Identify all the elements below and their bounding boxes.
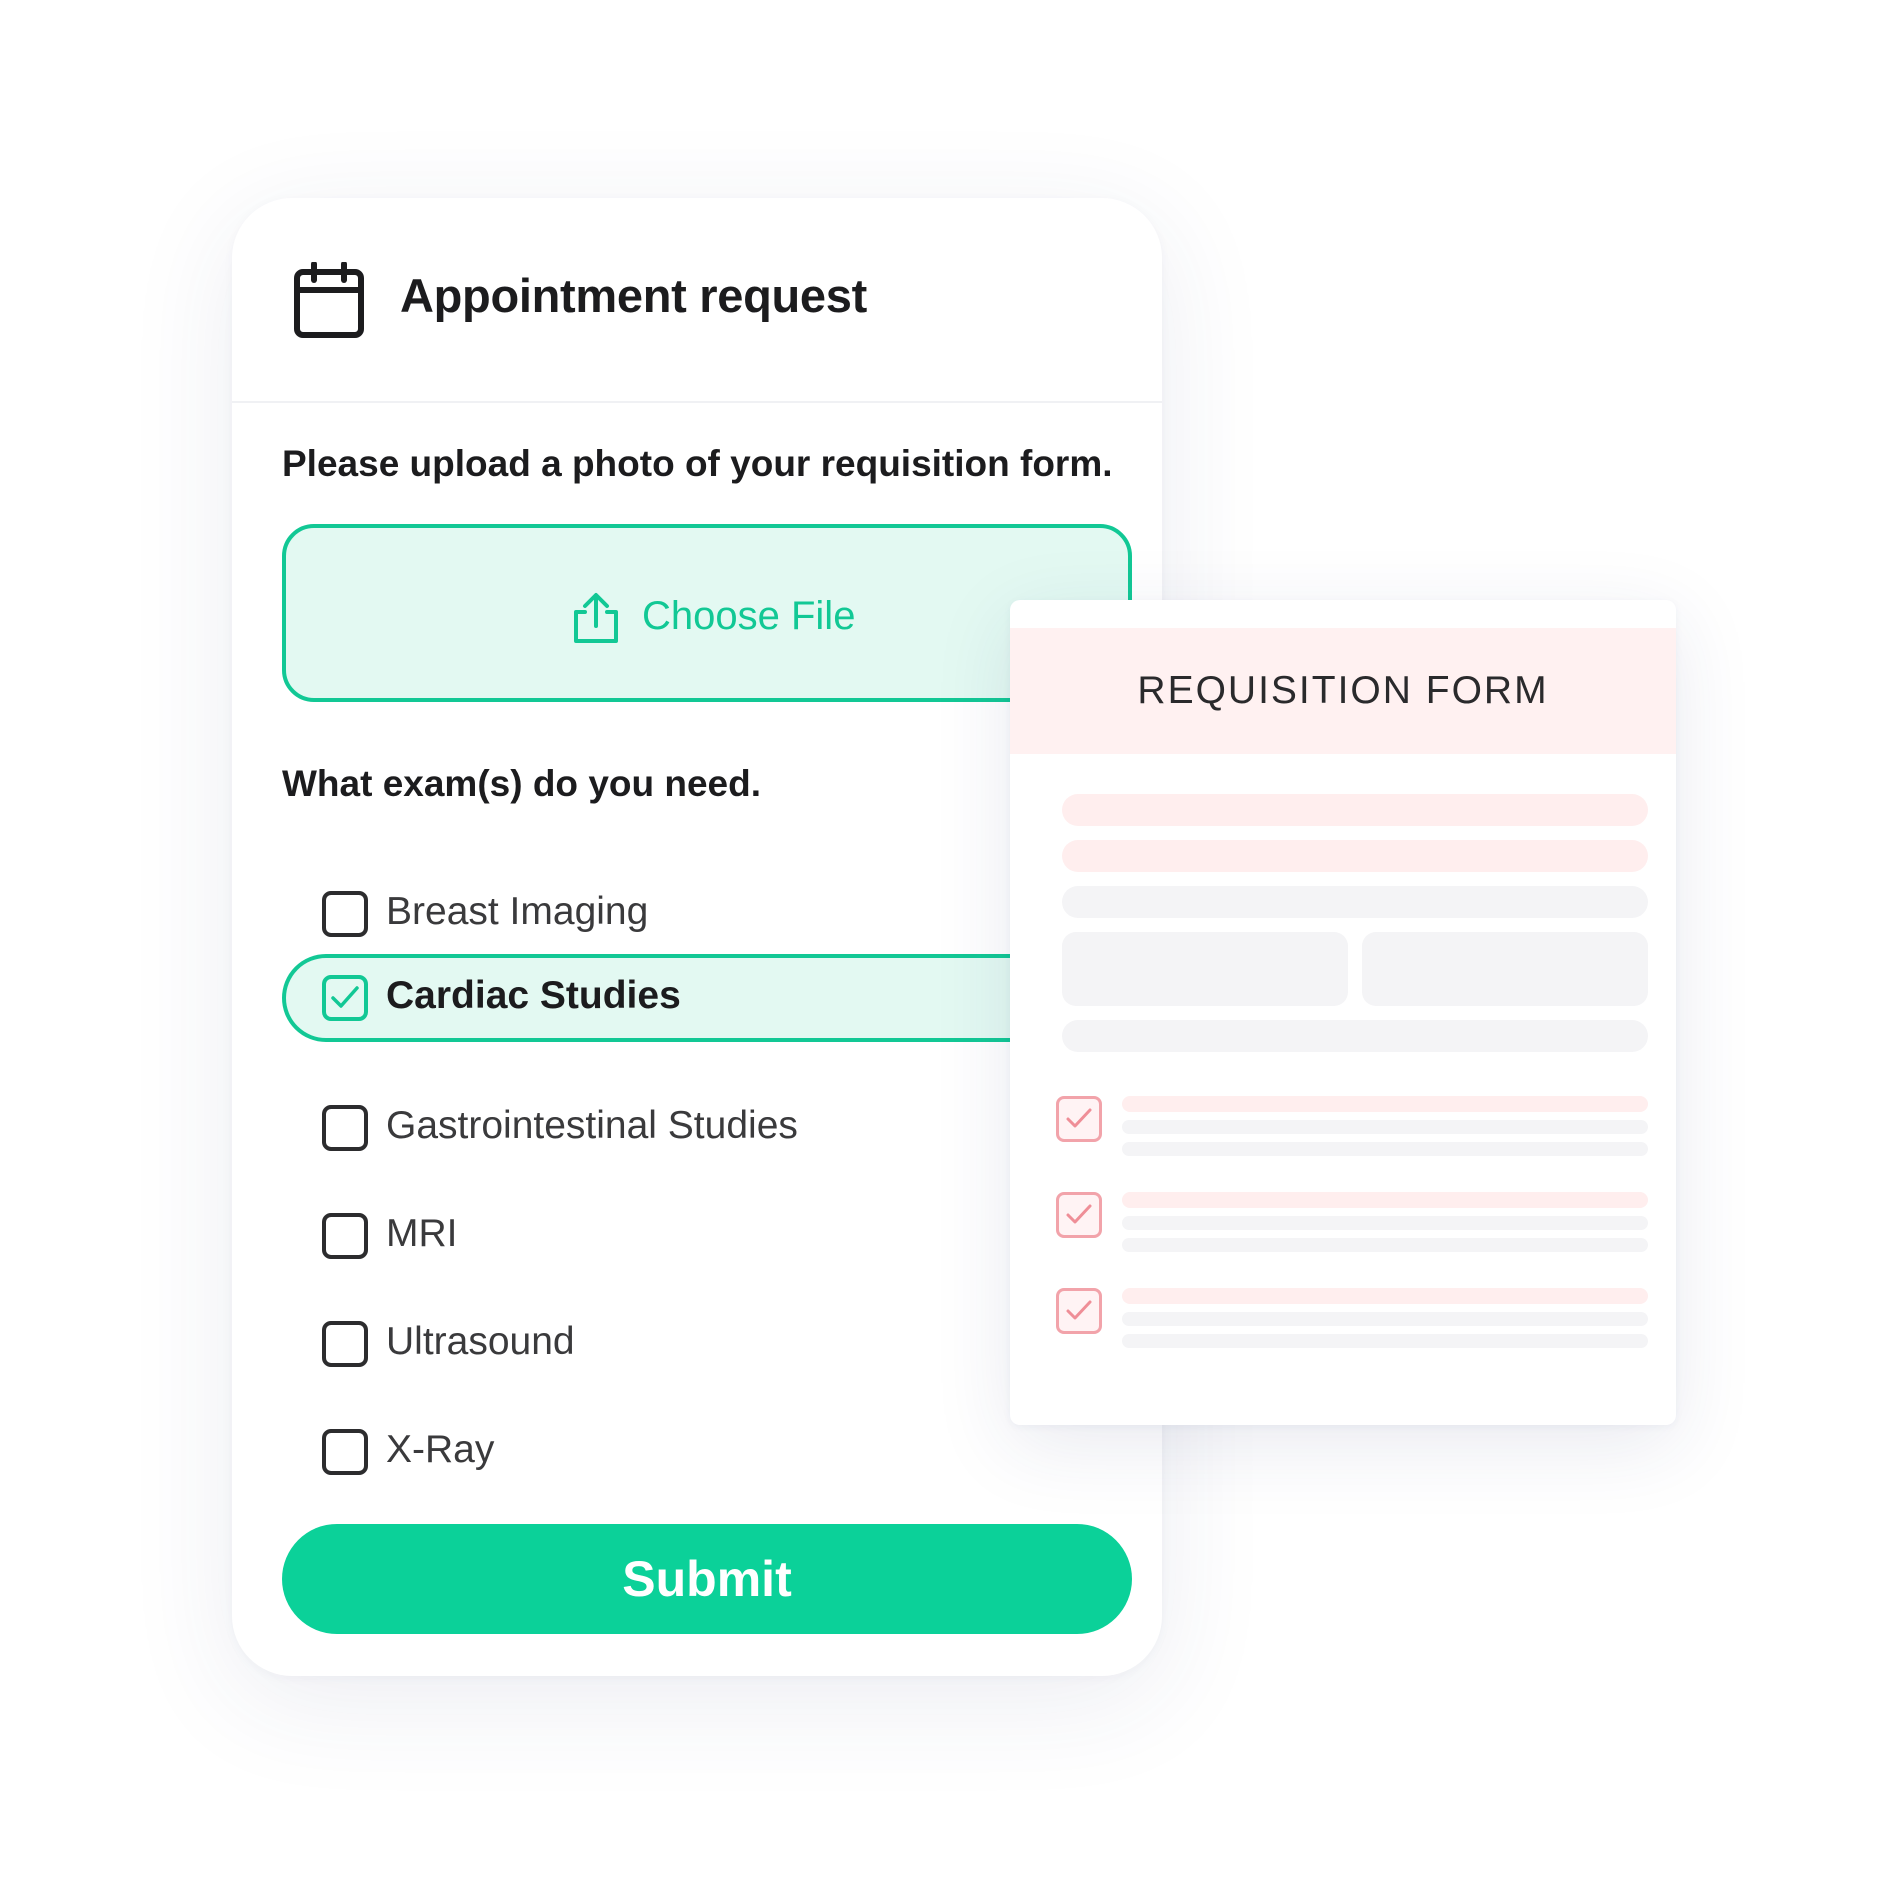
checkbox[interactable] — [322, 1213, 368, 1259]
placeholder-line — [1122, 1288, 1648, 1304]
checkbox-checked[interactable] — [322, 975, 368, 1021]
requisition-check-icon — [1056, 1192, 1102, 1238]
calendar-icon — [294, 262, 364, 338]
option-label: Breast Imaging — [386, 890, 649, 933]
option-label: X-Ray — [386, 1428, 495, 1471]
choose-file-button[interactable]: Choose File — [282, 524, 1132, 702]
upload-icon — [574, 593, 618, 643]
placeholder-line — [1122, 1192, 1648, 1208]
option-label: Gastrointestinal Studies — [386, 1104, 798, 1147]
placeholder-block — [1062, 932, 1348, 1006]
exam-option-cardiac-studies[interactable]: Cardiac Studies — [282, 954, 1132, 1042]
placeholder-block — [1362, 932, 1648, 1006]
requisition-header: REQUISITION FORM — [1010, 628, 1676, 754]
upload-prompt: Please upload a photo of your requisitio… — [282, 443, 1113, 484]
exam-question: What exam(s) do you need. — [282, 763, 762, 804]
submit-button[interactable]: Submit — [282, 1524, 1132, 1634]
exam-option-ultrasound[interactable]: Ultrasound — [282, 1300, 1132, 1388]
checkbox[interactable] — [322, 1105, 368, 1151]
option-label: Cardiac Studies — [386, 974, 681, 1017]
exam-option-x-ray[interactable]: X-Ray — [282, 1408, 1132, 1496]
placeholder-line — [1122, 1238, 1648, 1252]
placeholder-line — [1062, 840, 1648, 872]
exam-option-mri[interactable]: MRI — [282, 1192, 1132, 1280]
placeholder-line — [1062, 794, 1648, 826]
choose-file-label: Choose File — [642, 594, 856, 638]
placeholder-line — [1122, 1096, 1648, 1112]
option-label: Ultrasound — [386, 1320, 575, 1363]
placeholder-line — [1122, 1216, 1648, 1230]
page-title: Appointment request — [400, 269, 867, 322]
card-header: Appointment request — [232, 198, 1162, 403]
checkbox[interactable] — [322, 891, 368, 937]
placeholder-line — [1122, 1312, 1648, 1326]
requisition-check-icon — [1056, 1288, 1102, 1334]
placeholder-line — [1122, 1334, 1648, 1348]
checkbox[interactable] — [322, 1321, 368, 1367]
requisition-form-preview: REQUISITION FORM — [1010, 600, 1676, 1425]
requisition-title: REQUISITION FORM — [1137, 669, 1549, 712]
checkmark-icon — [331, 986, 359, 1008]
placeholder-line — [1122, 1120, 1648, 1134]
exam-option-breast-imaging[interactable]: Breast Imaging — [282, 870, 1132, 958]
placeholder-line — [1062, 1020, 1648, 1052]
checkbox[interactable] — [322, 1429, 368, 1475]
requisition-check-icon — [1056, 1096, 1102, 1142]
exam-option-gastrointestinal-studies[interactable]: Gastrointestinal Studies — [282, 1084, 1132, 1172]
placeholder-line — [1062, 886, 1648, 918]
option-label: MRI — [386, 1212, 458, 1255]
placeholder-line — [1122, 1142, 1648, 1156]
